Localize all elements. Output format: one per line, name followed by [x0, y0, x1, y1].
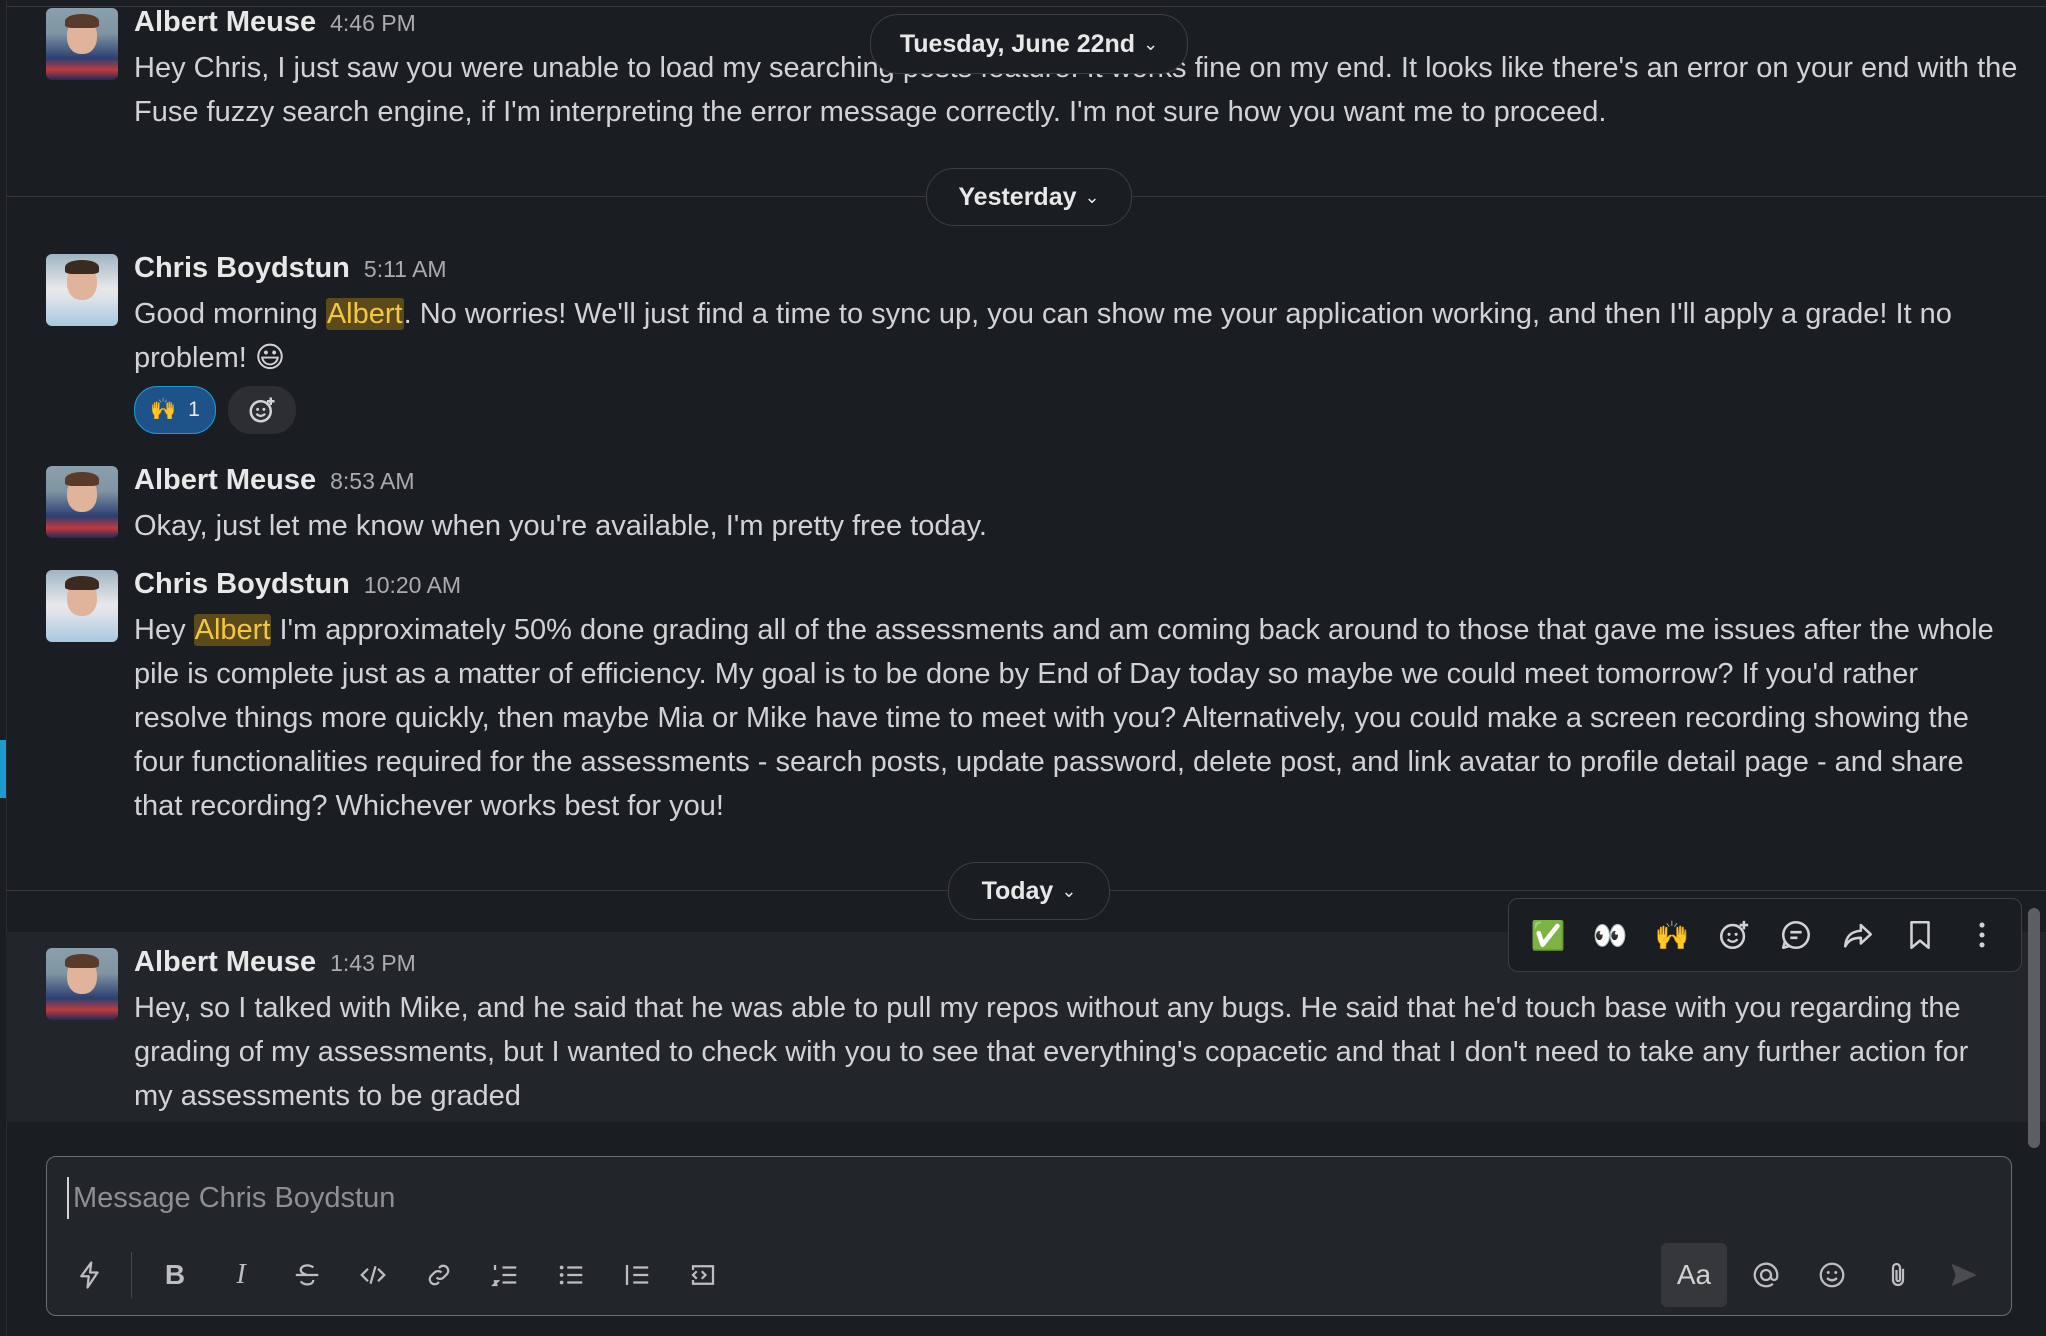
scrollbar[interactable]	[2028, 908, 2040, 1148]
chevron-down-icon: ⌄	[1143, 34, 1159, 54]
shortcuts-button[interactable]	[57, 1243, 123, 1307]
message-input[interactable]	[67, 1177, 1975, 1219]
message-timestamp[interactable]: 1:43 PM	[330, 950, 416, 976]
reply-in-thread-icon	[1781, 920, 1810, 950]
italic-icon: I	[236, 1259, 246, 1290]
avatar[interactable]	[46, 466, 118, 538]
reaction-count: 1	[188, 398, 200, 421]
share-message-button[interactable]	[1827, 906, 1889, 964]
lightning-icon	[80, 1261, 99, 1289]
send-icon	[1952, 1264, 1976, 1286]
bulleted-list-button[interactable]	[538, 1243, 604, 1307]
ordered-list-icon	[491, 1265, 517, 1287]
message-author[interactable]: Albert Meuse 1:43 PM	[134, 946, 416, 979]
raised-hands-icon: 🙌	[1654, 919, 1690, 951]
user-mention[interactable]: Albert	[325, 298, 404, 330]
strikethrough-button[interactable]	[274, 1243, 340, 1307]
add-reaction-button[interactable]	[228, 386, 296, 434]
add-reaction-icon	[249, 397, 275, 423]
paperclip-icon	[1891, 1262, 1905, 1287]
message-timestamp[interactable]: 5:11 AM	[364, 256, 447, 282]
ordered-list-button[interactable]	[472, 1243, 538, 1307]
message-actions-toolbar: ✅ 👀 🙌	[1508, 898, 2022, 972]
emoji-icon	[1819, 1262, 1845, 1288]
blockquote-icon	[625, 1265, 649, 1285]
link-button[interactable]	[406, 1243, 472, 1307]
reaction-raised-hands[interactable]: 🙌 1	[134, 386, 216, 434]
eyes-icon: 👀	[1592, 919, 1628, 951]
composer-actions: Aa	[1661, 1243, 1997, 1307]
format-label: Aa	[1676, 1259, 1712, 1290]
more-actions-button[interactable]	[1951, 906, 2013, 964]
message-text: Good morning Albert. No worries! We'll j…	[134, 298, 1952, 374]
code-icon	[360, 1265, 386, 1285]
at-sign-icon	[1753, 1262, 1779, 1288]
blockquote-button[interactable]	[604, 1243, 670, 1307]
react-raised-hands-button[interactable]: 🙌	[1641, 906, 1703, 964]
attach-button[interactable]	[1865, 1243, 1931, 1307]
toolbar-separator	[131, 1252, 132, 1298]
share-icon	[1843, 923, 1873, 948]
raised-hands-icon: 🙌	[150, 398, 177, 421]
chevron-down-icon: ⌄	[1061, 881, 1077, 901]
day-divider-today[interactable]: Today ⌄	[948, 862, 1110, 920]
link-icon	[428, 1264, 450, 1286]
message-item[interactable]: Chris Boydstun 10:20 AM Hey Albert I'm ap…	[6, 564, 2046, 834]
formatting-toggle-button[interactable]: Aa	[1661, 1243, 1727, 1307]
avatar[interactable]	[46, 254, 118, 326]
add-reaction-icon	[1719, 920, 1749, 950]
italic-button[interactable]: I	[208, 1243, 274, 1307]
reply-in-thread-button[interactable]	[1765, 906, 1827, 964]
react-check-button[interactable]: ✅	[1517, 906, 1579, 964]
bulleted-list-icon	[559, 1265, 583, 1285]
message-timestamp[interactable]: 10:20 AM	[364, 572, 461, 598]
emoji-button[interactable]	[1799, 1243, 1865, 1307]
mention-button[interactable]	[1733, 1243, 1799, 1307]
add-reaction-button[interactable]	[1703, 906, 1765, 964]
code-block-icon	[691, 1265, 715, 1285]
message-timestamp[interactable]: 4:46 PM	[330, 10, 416, 36]
message-composer: B I Aa	[46, 1156, 2012, 1316]
message-author[interactable]: Chris Boydstun 10:20 AM	[134, 568, 461, 601]
bookmark-icon	[1910, 920, 1930, 950]
user-mention[interactable]: Albert	[193, 614, 272, 646]
code-block-button[interactable]	[670, 1243, 736, 1307]
react-eyes-button[interactable]: 👀	[1579, 906, 1641, 964]
code-button[interactable]	[340, 1243, 406, 1307]
avatar[interactable]	[46, 948, 118, 1020]
message-text: Okay, just let me know when you're avail…	[134, 510, 987, 542]
send-button[interactable]	[1931, 1243, 1997, 1307]
save-for-later-button[interactable]	[1889, 906, 1951, 964]
message-item[interactable]: Chris Boydstun 5:11 AM Good morning Alber…	[6, 240, 2046, 450]
bold-button[interactable]: B	[142, 1243, 208, 1307]
chevron-down-icon: ⌄	[1084, 187, 1100, 207]
bold-icon: B	[164, 1259, 186, 1290]
white-check-mark-icon: ✅	[1530, 919, 1566, 951]
message-author[interactable]: Albert Meuse 4:46 PM	[134, 6, 416, 39]
message-timestamp[interactable]: 8:53 AM	[330, 468, 414, 494]
divider-line	[6, 6, 2046, 7]
message-item[interactable]: Albert Meuse 8:53 AM Okay, just let me kn…	[6, 460, 2046, 560]
day-divider-yesterday[interactable]: Yesterday ⌄	[926, 168, 1132, 226]
avatar[interactable]	[46, 8, 118, 80]
formatting-toolbar: B I	[57, 1243, 736, 1307]
strikethrough-icon	[295, 1264, 319, 1286]
more-actions-icon	[1979, 922, 1985, 948]
message-text: Hey Albert I'm approximately 50% done gr…	[134, 614, 1994, 822]
message-author[interactable]: Albert Meuse 8:53 AM	[134, 464, 415, 497]
message-author[interactable]: Chris Boydstun 5:11 AM	[134, 252, 447, 285]
day-divider-tuesday[interactable]: Tuesday, June 22nd ⌄	[870, 14, 1188, 74]
avatar[interactable]	[46, 570, 118, 642]
message-text: Hey, so I talked with Mike, and he said …	[134, 992, 1969, 1112]
